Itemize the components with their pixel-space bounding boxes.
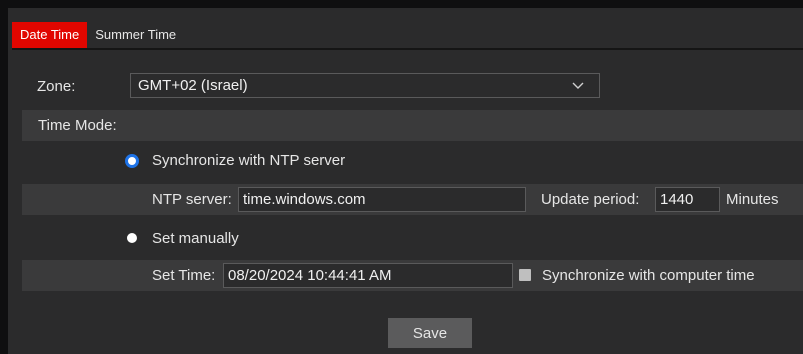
- set-time-row: Set Time: 08/20/2024 10:44:41 AM Synchro…: [22, 260, 803, 291]
- ntp-radio[interactable]: [125, 154, 139, 168]
- ntp-option-label[interactable]: Synchronize with NTP server: [152, 145, 345, 176]
- tab-divider: [12, 48, 803, 50]
- save-button[interactable]: Save: [388, 318, 472, 348]
- manual-option-label[interactable]: Set manually: [152, 223, 239, 254]
- zone-label: Zone:: [37, 78, 76, 95]
- tab-date-time[interactable]: Date Time: [12, 22, 88, 48]
- ntp-option-row: Synchronize with NTP server: [22, 145, 803, 176]
- sync-computer-checkbox[interactable]: [519, 269, 531, 281]
- time-mode-label: Time Mode:: [38, 117, 117, 134]
- ntp-server-input[interactable]: time.windows.com: [238, 187, 526, 212]
- set-time-input[interactable]: 08/20/2024 10:44:41 AM: [223, 263, 513, 288]
- tab-summer-time[interactable]: Summer Time: [87, 22, 184, 48]
- zone-selected-value: GMT+02 (Israel): [138, 77, 248, 94]
- manual-radio[interactable]: [127, 233, 137, 243]
- tab-bar: Date Time Summer Time: [12, 22, 184, 48]
- zone-select[interactable]: GMT+02 (Israel): [130, 73, 600, 98]
- update-period-unit: Minutes: [726, 191, 779, 208]
- zone-row: Zone: GMT+02 (Israel): [22, 71, 803, 102]
- settings-panel: [8, 8, 803, 354]
- chevron-down-icon: [572, 82, 584, 89]
- ntp-server-row: NTP server: time.windows.com Update peri…: [22, 184, 803, 215]
- update-period-input[interactable]: 1440: [655, 187, 720, 212]
- ntp-server-label: NTP server:: [152, 191, 232, 208]
- time-mode-row: Time Mode:: [22, 110, 803, 141]
- set-time-label: Set Time:: [152, 267, 216, 284]
- sync-computer-label[interactable]: Synchronize with computer time: [542, 260, 755, 291]
- manual-option-row: Set manually: [22, 223, 803, 254]
- update-period-label: Update period:: [541, 191, 640, 208]
